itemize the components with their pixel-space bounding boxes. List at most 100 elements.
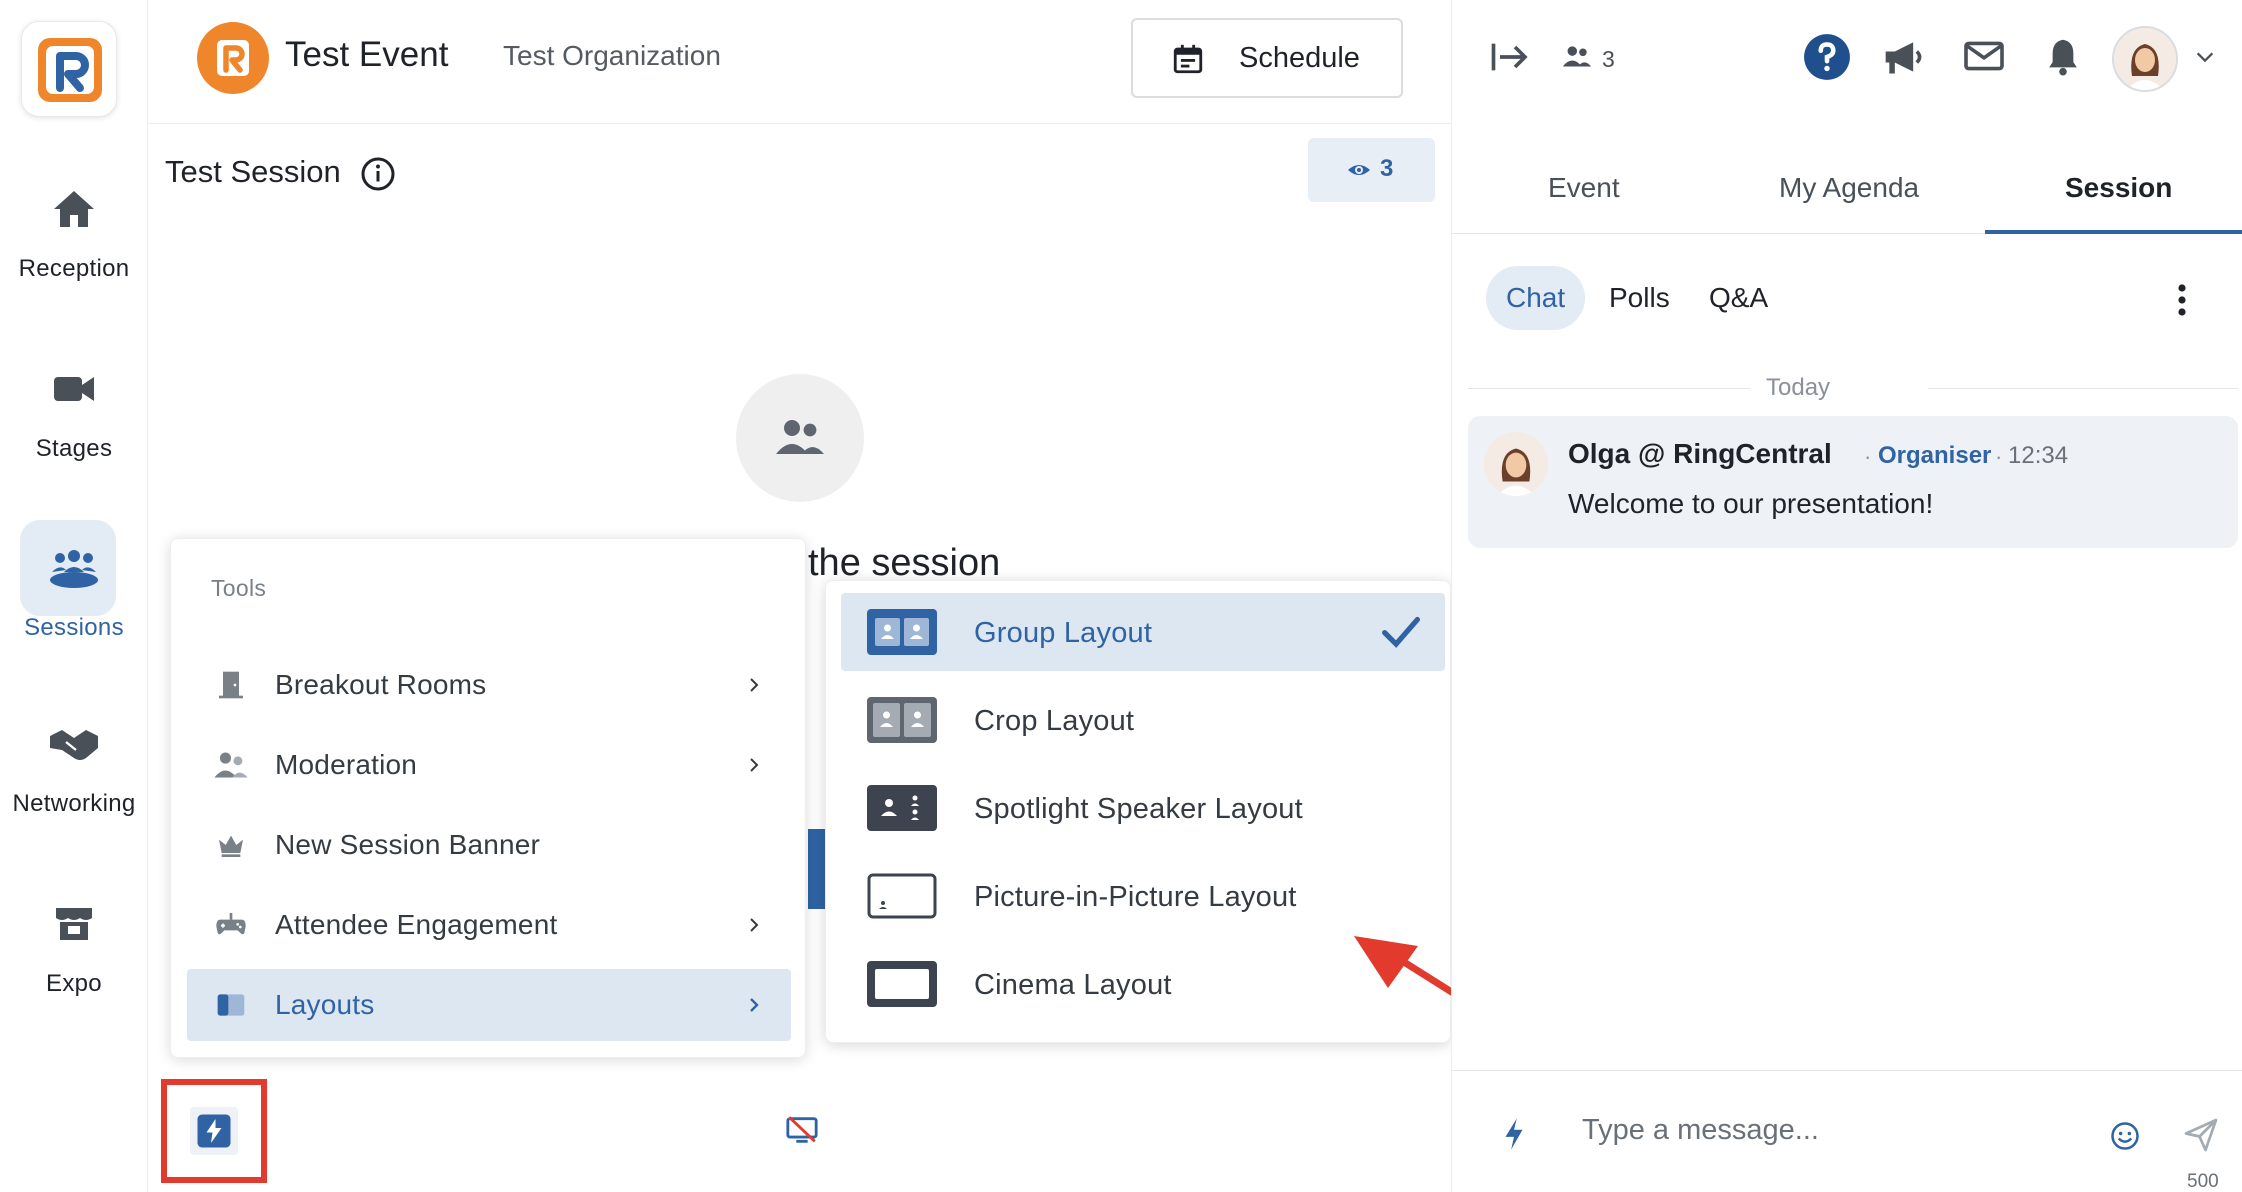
session-subtabs: Chat Polls Q&A: [1452, 266, 2242, 332]
nav-item-networking[interactable]: Networking: [0, 720, 148, 818]
help-icon[interactable]: [1802, 32, 1852, 82]
tools-menu: Tools Breakout Rooms Moderation New Sess…: [170, 538, 806, 1058]
nav-label-reception: Reception: [18, 255, 130, 282]
video-camera-icon: [54, 377, 94, 401]
layout-option-crop[interactable]: Crop Layout: [841, 681, 1445, 759]
chevron-down-icon[interactable]: [2194, 48, 2216, 66]
subtab-chat[interactable]: Chat: [1486, 266, 1586, 330]
spotlight-layout-icon: [867, 785, 937, 831]
send-icon[interactable]: [2183, 1117, 2219, 1153]
layout-option-picture-in-picture[interactable]: Picture-in-Picture Layout: [841, 857, 1445, 935]
tools-menu-header: Tools: [211, 575, 267, 601]
separator-dot: ·: [1995, 444, 2003, 469]
notification-bell-icon[interactable]: [2044, 36, 2082, 78]
app-logo[interactable]: [21, 21, 117, 117]
layout-option-label: Picture-in-Picture Layout: [974, 881, 1297, 913]
day-divider: Today: [1468, 374, 2238, 404]
megaphone-icon[interactable]: [1882, 36, 1926, 78]
nav-item-reception[interactable]: Reception: [0, 185, 148, 283]
message-composer: 500: [1452, 1070, 2242, 1192]
mail-icon[interactable]: [1962, 38, 2006, 74]
group-layout-icon: [867, 609, 937, 655]
user-avatar-image-icon: [2114, 28, 2176, 90]
nav-item-expo[interactable]: Expo: [0, 900, 148, 998]
tab-session[interactable]: Session: [2065, 172, 2172, 204]
waiting-text: the session: [808, 542, 1001, 584]
layout-option-group[interactable]: Group Layout: [841, 593, 1445, 671]
divider-line: [1928, 388, 2238, 389]
viewer-count-badge[interactable]: 3: [1308, 138, 1435, 202]
pip-layout-icon: [867, 873, 937, 919]
active-tab-indicator: [1985, 230, 2242, 234]
participants-placeholder: [736, 374, 864, 502]
layout-option-label: Crop Layout: [974, 705, 1135, 737]
calendar-icon: [1173, 44, 1203, 74]
ringcentral-logo-icon: [38, 38, 102, 102]
event-logo: [197, 22, 269, 94]
event-title: Test Event: [285, 35, 449, 74]
gamepad-icon: [216, 913, 246, 935]
schedule-button-label: Schedule: [1239, 42, 1360, 74]
cinema-layout-icon: [867, 961, 937, 1007]
screen-share-off-icon[interactable]: [785, 1114, 819, 1146]
message-role-badge: Organiser: [1878, 442, 1992, 469]
character-limit: 500: [2187, 1171, 2219, 1192]
tools-button-highlight[interactable]: [161, 1079, 267, 1183]
chat-message[interactable]: Olga @ RingCentral · Organiser · 12:34 W…: [1468, 416, 2238, 548]
schedule-button[interactable]: Schedule: [1131, 18, 1403, 98]
menu-item-label: New Session Banner: [275, 829, 541, 860]
handshake-icon: [50, 730, 98, 760]
right-panel-toolbar: 3: [1452, 0, 2242, 120]
menu-item-label: Moderation: [275, 749, 418, 780]
layout-option-label: Cinema Layout: [974, 969, 1172, 1001]
nav-item-sessions[interactable]: Sessions: [0, 544, 148, 642]
menu-item-layouts[interactable]: Layouts: [187, 969, 791, 1041]
chevron-right-icon: [750, 758, 759, 772]
message-input[interactable]: [1582, 1105, 2062, 1155]
left-navigation: Reception Stages Sessions Networking Exp…: [0, 0, 148, 1192]
menu-item-label: Attendee Engagement: [275, 909, 558, 940]
user-avatar[interactable]: [2112, 26, 2178, 92]
tab-event[interactable]: Event: [1548, 172, 1620, 204]
nav-label-sessions: Sessions: [24, 614, 124, 641]
checkmark-icon: [1382, 616, 1420, 648]
emoji-icon[interactable]: [2110, 1121, 2140, 1151]
layout-panel-icon: [217, 994, 245, 1016]
event-logo-icon: [217, 40, 249, 76]
eye-icon: [1348, 165, 1370, 175]
panel-tabs: Event My Agenda Session: [1452, 150, 2242, 234]
right-panel: 3 Event My Agenda Session Chat Polls Q&A…: [1451, 0, 2242, 1192]
layout-option-spotlight-speaker[interactable]: Spotlight Speaker Layout: [841, 769, 1445, 847]
people-icon: [214, 752, 248, 778]
subtab-qa[interactable]: Q&A: [1709, 266, 1768, 330]
session-title: Test Session: [165, 154, 341, 189]
tools-button[interactable]: [190, 1107, 238, 1155]
collapse-panel-icon[interactable]: [1490, 40, 1530, 74]
event-header: Test Event Test Organization Schedule: [148, 0, 1451, 124]
chevron-right-icon: [750, 998, 759, 1012]
attendees-icon: [1562, 46, 1592, 67]
nav-label-stages: Stages: [35, 435, 113, 462]
menu-item-new-session-banner[interactable]: New Session Banner: [187, 809, 791, 881]
menu-item-breakout-rooms[interactable]: Breakout Rooms: [187, 649, 791, 721]
nav-item-stages[interactable]: Stages: [0, 365, 148, 463]
participants-icon: [776, 420, 824, 454]
subtab-polls[interactable]: Polls: [1609, 266, 1670, 330]
message-avatar: [1484, 432, 1548, 496]
menu-item-moderation[interactable]: Moderation: [187, 729, 791, 801]
crown-icon: [219, 835, 243, 857]
menu-item-attendee-engagement[interactable]: Attendee Engagement: [187, 889, 791, 961]
nav-label-expo: Expo: [46, 970, 102, 997]
sessions-group-icon: [50, 550, 98, 588]
chevron-right-icon: [750, 678, 759, 692]
crop-layout-icon: [867, 697, 937, 743]
lightning-icon[interactable]: [1502, 1117, 1526, 1151]
separator-dot: ·: [1864, 444, 1872, 469]
tab-my-agenda[interactable]: My Agenda: [1779, 172, 1919, 204]
home-icon: [54, 191, 94, 227]
info-icon[interactable]: [360, 156, 396, 192]
more-options-icon[interactable]: [2176, 282, 2188, 318]
nav-label-networking: Networking: [12, 790, 136, 817]
layout-option-label: Group Layout: [974, 617, 1153, 649]
layout-option-label: Spotlight Speaker Layout: [974, 793, 1303, 825]
